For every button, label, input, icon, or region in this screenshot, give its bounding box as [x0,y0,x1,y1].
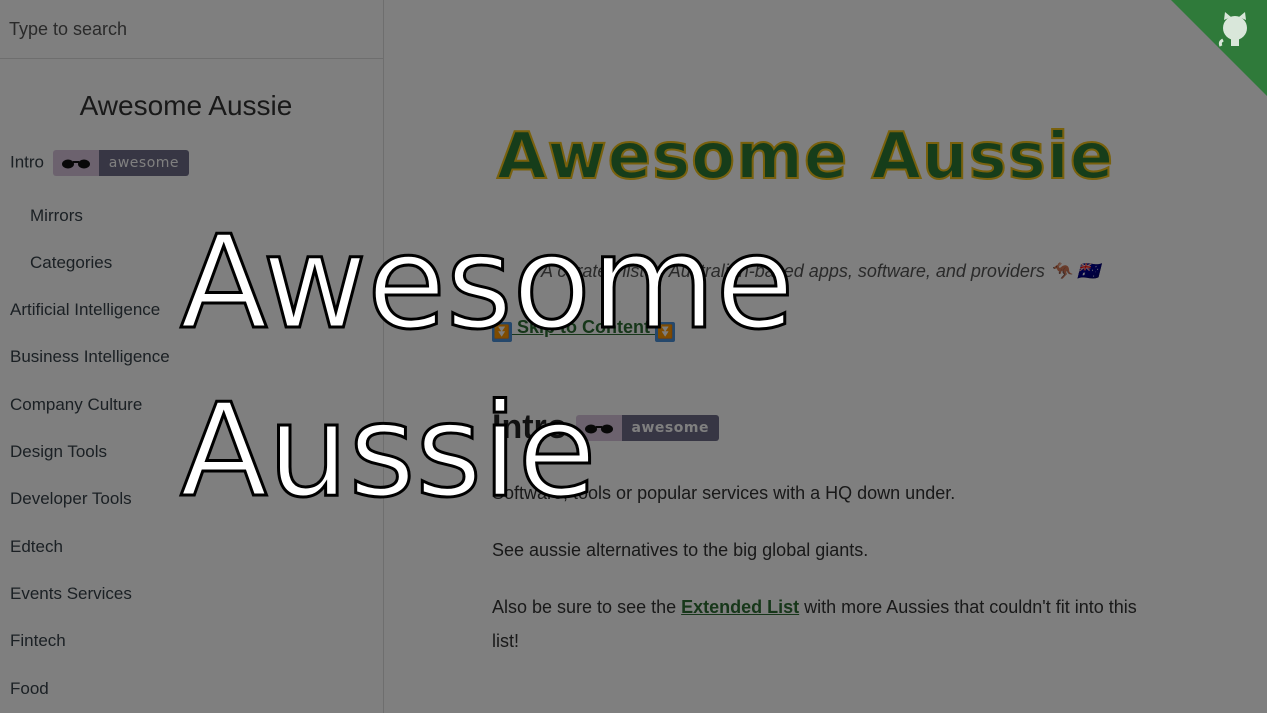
overlay-title: Awesome Aussie [178,208,795,528]
github-corner-icon[interactable] [1171,0,1267,96]
